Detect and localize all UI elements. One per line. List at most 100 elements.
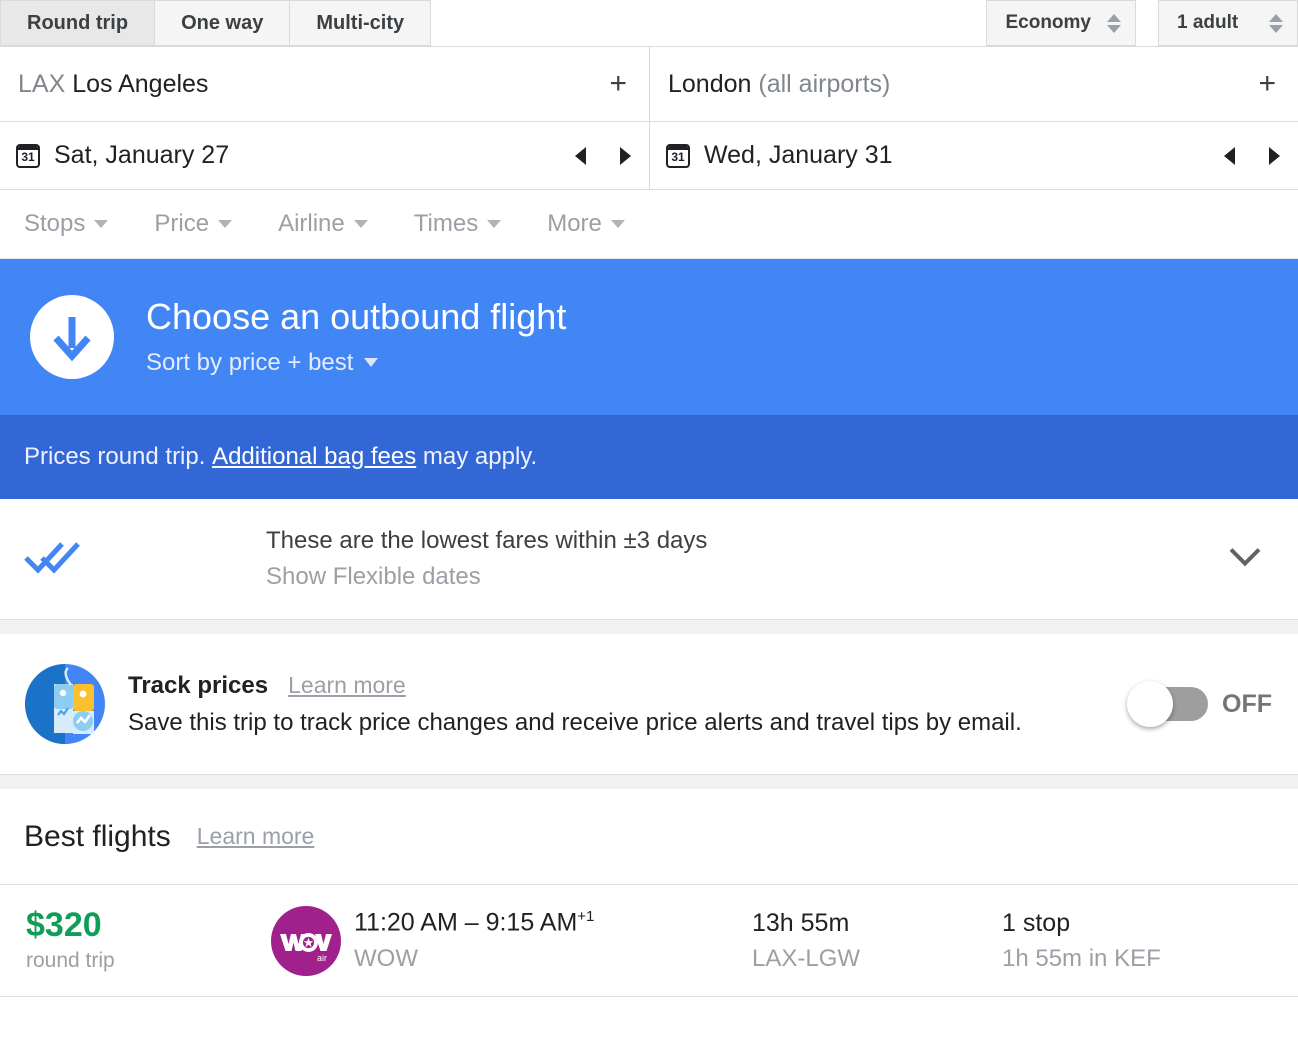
destination-city: London bbox=[668, 69, 752, 98]
filter-airline[interactable]: Airline bbox=[278, 210, 368, 238]
track-prices-toggle[interactable]: OFF bbox=[1127, 681, 1272, 727]
date-fields: 31 Sat, January 27 31 Wed, January 31 bbox=[0, 122, 1298, 190]
bag-fees-banner: Prices round trip. Additional bag fees m… bbox=[0, 415, 1298, 499]
chevron-down-icon bbox=[94, 220, 109, 228]
flight-stops-cell: 1 stop 1h 55m in KEF bbox=[1002, 909, 1242, 973]
filter-stops[interactable]: Stops bbox=[24, 210, 109, 238]
double-check-icon bbox=[22, 539, 98, 580]
flight-days-offset: +1 bbox=[577, 908, 595, 926]
filter-bar: Stops Price Airline Times More bbox=[0, 190, 1298, 259]
tab-multi-city[interactable]: Multi-city bbox=[290, 0, 432, 46]
banner-text: Choose an outbound flight Sort by price … bbox=[146, 297, 566, 377]
tab-multi-city-label: Multi-city bbox=[316, 11, 405, 34]
flight-price-type: round trip bbox=[26, 949, 115, 972]
stepper-icon bbox=[1269, 13, 1283, 33]
best-flights-title: Best flights bbox=[24, 819, 171, 853]
tab-one-way[interactable]: One way bbox=[155, 0, 291, 46]
filter-more-label: More bbox=[547, 210, 602, 237]
bag-fees-prefix: Prices round trip. bbox=[24, 443, 206, 470]
section-divider bbox=[0, 775, 1298, 789]
calendar-icon-day: 31 bbox=[671, 150, 685, 164]
best-flights-learn-more-link[interactable]: Learn more bbox=[197, 823, 315, 850]
toggle-knob bbox=[1127, 681, 1173, 727]
flight-times: 11:20 AM – 9:15 AM+1 bbox=[354, 908, 752, 937]
expand-chevron-down-icon[interactable] bbox=[1228, 547, 1262, 572]
destination-note: (all airports) bbox=[758, 69, 891, 98]
toggle-track bbox=[1127, 681, 1208, 727]
track-prices-description: Save this trip to track price changes an… bbox=[128, 708, 1022, 736]
return-date-input[interactable]: 31 Wed, January 31 bbox=[649, 122, 1298, 190]
filter-times[interactable]: Times bbox=[413, 210, 502, 238]
flight-times-value: 11:20 AM – 9:15 AM bbox=[354, 908, 578, 937]
previous-day-icon[interactable] bbox=[575, 146, 586, 165]
next-day-icon[interactable] bbox=[1269, 146, 1280, 165]
add-destination-icon[interactable]: + bbox=[1258, 69, 1276, 99]
destination-input[interactable]: London (all airports) + bbox=[649, 47, 1298, 122]
section-divider bbox=[0, 620, 1298, 634]
origin-city: Los Angeles bbox=[72, 69, 209, 98]
flight-duration: 13h 55m bbox=[752, 908, 850, 937]
flexible-dates-text: These are the lowest fares within ±3 day… bbox=[266, 527, 707, 591]
flexible-dates-row[interactable]: These are the lowest fares within ±3 day… bbox=[0, 499, 1298, 619]
flight-airline: WOW bbox=[354, 944, 418, 972]
cabin-class-label: Economy bbox=[1005, 12, 1091, 33]
flight-price-cell: $320 round trip bbox=[0, 908, 258, 973]
filter-times-label: Times bbox=[413, 210, 479, 237]
sort-selector[interactable]: Sort by price + best bbox=[146, 349, 566, 377]
bag-fees-suffix: may apply. bbox=[422, 443, 538, 470]
price-tags-icon bbox=[24, 663, 106, 745]
flight-layover: 1h 55m in KEF bbox=[1002, 944, 1161, 972]
add-origin-icon[interactable]: + bbox=[609, 69, 627, 99]
track-prices-card: Track prices Learn more Save this trip t… bbox=[0, 634, 1298, 775]
previous-day-icon[interactable] bbox=[1224, 146, 1235, 165]
calendar-icon: 31 bbox=[16, 143, 40, 168]
filter-price[interactable]: Price bbox=[154, 210, 233, 238]
route-fields: LAX Los Angeles + London (all airports) … bbox=[0, 47, 1298, 122]
show-flexible-dates-link[interactable]: Show Flexible dates bbox=[266, 563, 707, 591]
return-date-value: Wed, January 31 bbox=[704, 141, 893, 169]
passenger-count-label: 1 adult bbox=[1177, 12, 1239, 33]
sort-label: Sort by price + best bbox=[146, 348, 354, 376]
chevron-down-icon bbox=[487, 220, 502, 228]
tab-one-way-label: One way bbox=[181, 11, 264, 34]
passenger-count-select[interactable]: 1 adult bbox=[1158, 0, 1298, 46]
stepper-icon bbox=[1107, 13, 1121, 33]
flight-times-cell: 11:20 AM – 9:15 AM+1 WOW bbox=[354, 908, 752, 972]
trip-type-tabs: Round trip One way Multi-city bbox=[0, 0, 432, 46]
depart-date-nav bbox=[575, 146, 631, 165]
flight-route: LAX-LGW bbox=[752, 944, 861, 972]
track-prices-row: Track prices Learn more Save this trip t… bbox=[0, 634, 1298, 774]
origin-code: LAX bbox=[18, 69, 66, 98]
flight-stops: 1 stop bbox=[1002, 908, 1071, 937]
lowest-fares-message: These are the lowest fares within ±3 day… bbox=[266, 527, 708, 554]
chevron-down-icon bbox=[364, 358, 379, 368]
track-prices-text: Track prices Learn more Save this trip t… bbox=[128, 672, 1022, 737]
search-toolbar: Round trip One way Multi-city Economy 1 … bbox=[0, 0, 1298, 47]
flexible-dates-card: These are the lowest fares within ±3 day… bbox=[0, 499, 1298, 620]
calendar-icon: 31 bbox=[666, 143, 690, 168]
return-date-nav bbox=[1224, 146, 1280, 165]
airline-logo-cell: air bbox=[258, 905, 354, 977]
depart-date-input[interactable]: 31 Sat, January 27 bbox=[0, 122, 649, 190]
flight-result-row[interactable]: $320 round trip air 11:20 AM – 9:15 AM+1… bbox=[0, 885, 1298, 997]
depart-date-value: Sat, January 27 bbox=[54, 141, 230, 169]
best-flights-header: Best flights Learn more bbox=[0, 789, 1298, 885]
filter-more[interactable]: More bbox=[547, 210, 625, 238]
wow-air-logo: air bbox=[271, 905, 341, 976]
toggle-state-label: OFF bbox=[1222, 689, 1272, 718]
calendar-icon-day: 31 bbox=[21, 150, 35, 164]
track-prices-learn-more-link[interactable]: Learn more bbox=[288, 672, 406, 699]
outbound-flight-banner: Choose an outbound flight Sort by price … bbox=[0, 259, 1298, 415]
additional-bag-fees-link[interactable]: Additional bag fees bbox=[212, 443, 416, 471]
flight-price: $320 bbox=[26, 906, 102, 944]
filter-price-label: Price bbox=[154, 210, 210, 237]
tab-round-trip[interactable]: Round trip bbox=[0, 0, 156, 46]
cabin-class-select[interactable]: Economy bbox=[986, 0, 1136, 46]
cabin-passenger-controls: Economy 1 adult bbox=[964, 0, 1298, 46]
next-day-icon[interactable] bbox=[620, 146, 631, 165]
flight-duration-cell: 13h 55m LAX-LGW bbox=[752, 909, 1002, 973]
origin-input[interactable]: LAX Los Angeles + bbox=[0, 47, 649, 122]
track-prices-title: Track prices bbox=[128, 671, 269, 699]
banner-title: Choose an outbound flight bbox=[146, 296, 567, 338]
svg-text:air: air bbox=[317, 953, 327, 963]
